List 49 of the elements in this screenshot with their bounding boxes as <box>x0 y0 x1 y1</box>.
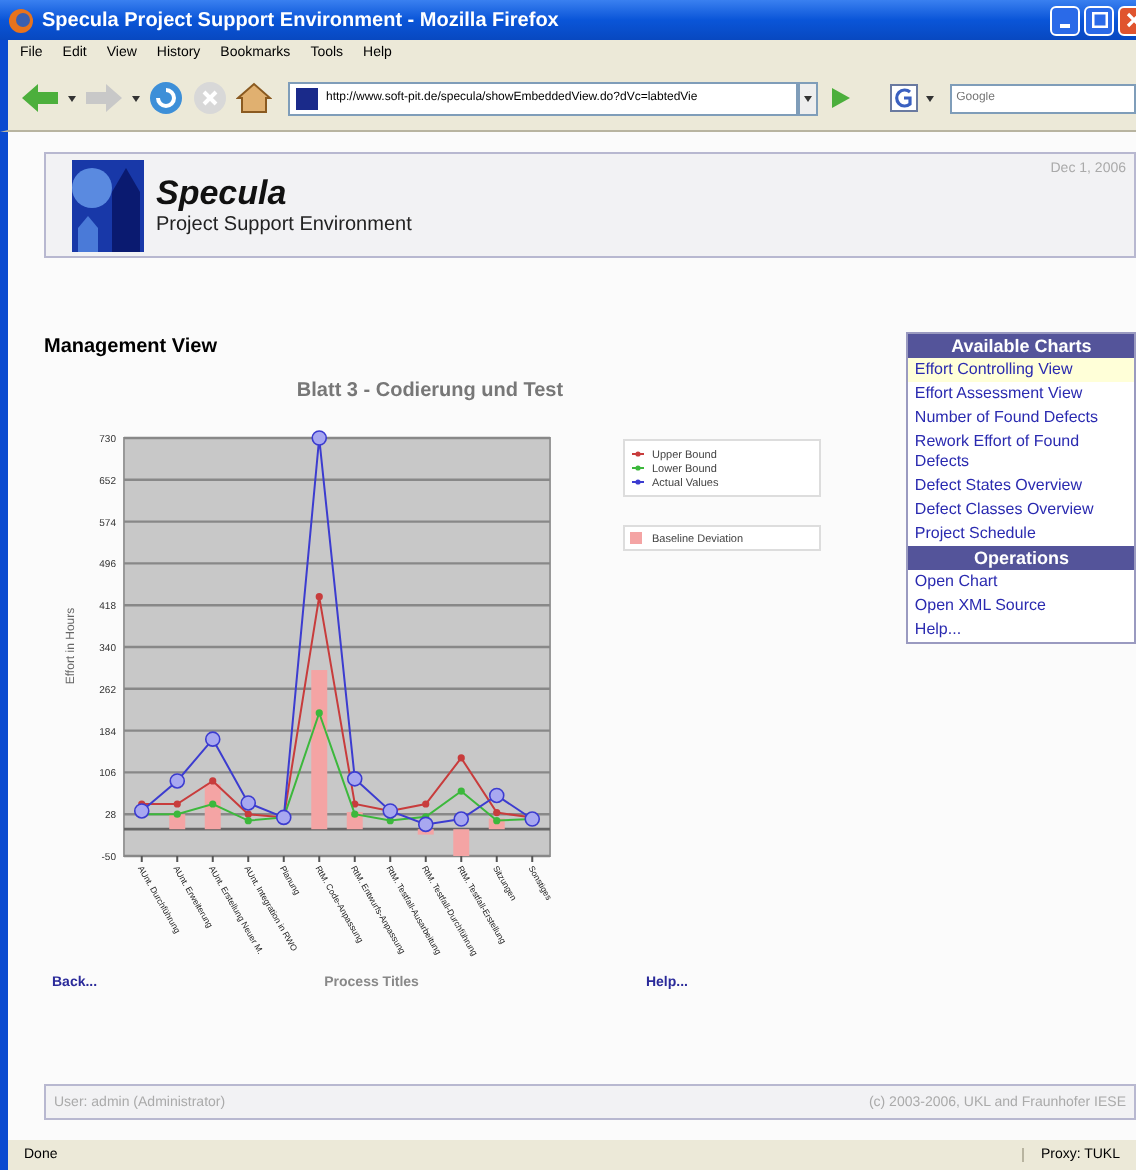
sidebar-link[interactable]: Open Chart <box>908 570 1134 594</box>
data-point <box>204 731 221 747</box>
page-title: Management View <box>44 336 220 358</box>
data-point <box>275 809 292 826</box>
sidebar-link[interactable]: Rework Effort of Found Defects <box>908 430 1134 474</box>
dropdown-button[interactable] <box>797 81 819 115</box>
data-point <box>488 787 505 804</box>
data-point <box>524 811 541 827</box>
data-point <box>453 811 470 827</box>
firefox-icon <box>8 7 34 33</box>
dropdown-icon[interactable] <box>132 95 140 101</box>
data-point <box>457 787 465 795</box>
dropdown-icon[interactable] <box>68 95 76 101</box>
data-point <box>346 771 363 787</box>
data-point <box>315 593 323 601</box>
sidebar-link[interactable]: Defect Classes Overview <box>908 498 1134 522</box>
data-point <box>457 754 465 762</box>
data-point <box>422 800 430 808</box>
sidebar-link[interactable]: Help... <box>908 618 1134 642</box>
home-icon[interactable] <box>236 80 272 116</box>
sidebar-link[interactable]: Effort Assessment View <box>908 382 1134 406</box>
app-subtitle: Project Support Environment <box>156 214 412 236</box>
sidebar-link[interactable]: Defect States Overview <box>908 474 1134 498</box>
maximize-button[interactable] <box>1084 5 1114 35</box>
data-point <box>209 800 217 808</box>
section-header: Available Charts <box>908 334 1134 358</box>
sidebar-link[interactable]: Project Schedule <box>908 522 1134 546</box>
legend-marker <box>631 479 645 485</box>
legend-marker <box>631 451 645 457</box>
maximize-icon <box>1091 12 1107 28</box>
minimize-button[interactable] <box>1050 5 1080 35</box>
legend-marker <box>631 465 645 471</box>
dropdown-icon[interactable] <box>926 95 935 101</box>
data-point <box>169 773 186 789</box>
search-engine-icon[interactable] <box>890 84 919 112</box>
chart-title: Blatt 3 - Codierung und Test <box>296 380 564 402</box>
sidebar-link[interactable]: Effort Controlling View <box>908 358 1134 382</box>
section-header: Operations <box>908 546 1134 570</box>
data-point <box>311 430 328 446</box>
deviation-bar <box>453 829 470 856</box>
sidebar-link[interactable]: Open XML Source <box>908 594 1134 618</box>
site-icon <box>296 87 318 109</box>
castle-logo-icon <box>72 159 144 251</box>
data-point <box>315 709 323 717</box>
window-title: Specula Project Support Environment - Mozilla Firefox <box>42 9 561 31</box>
legend-swatch <box>630 532 642 544</box>
sidebar-link[interactable]: Number of Found Defects <box>908 406 1134 430</box>
app-title: Specula <box>156 174 289 214</box>
data-point <box>209 777 217 785</box>
